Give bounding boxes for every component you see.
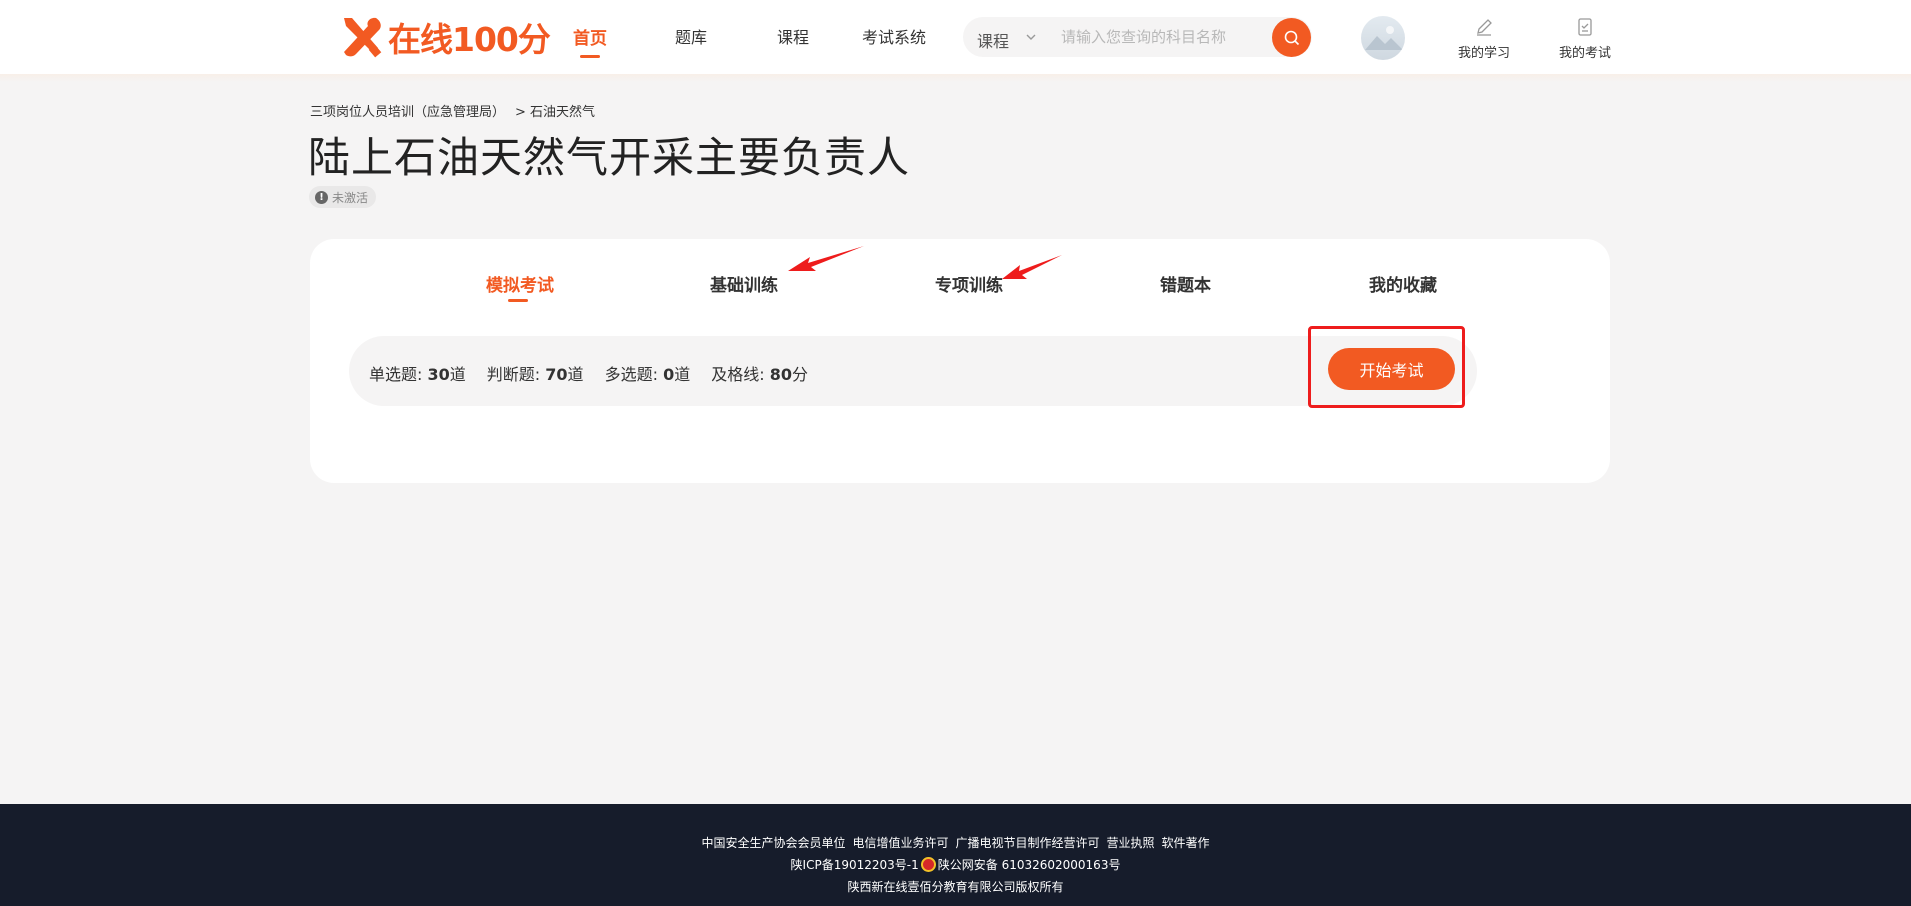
exclamation-icon: ! <box>315 190 328 204</box>
footer-link-telecom-license[interactable]: 电信增值业务许可 <box>852 834 948 851</box>
tab-wrong-questions[interactable]: 错题本 <box>1160 271 1211 296</box>
site-logo[interactable]: 在线100分 <box>338 14 551 60</box>
breadcrumb-current[interactable]: > 石油天然气 <box>515 101 595 120</box>
nav-active-indicator <box>580 55 600 58</box>
true-false-count: 判断题: 70道 <box>486 365 584 384</box>
footer-link-broadcast-license[interactable]: 广播电视节目制作经营许可 <box>955 834 1099 851</box>
tab-basic-training[interactable]: 基础训练 <box>710 271 778 296</box>
annotation-arrow-icon <box>1002 255 1062 279</box>
search-icon <box>1284 30 1299 45</box>
footer-links: 中国安全生产协会会员单位 电信增值业务许可 广播电视节目制作经营许可 营业执照 … <box>0 834 1911 851</box>
avatar-placeholder-icon <box>1365 26 1403 50</box>
search-input[interactable] <box>1061 25 1241 49</box>
pass-line: 及格线: 80分 <box>711 365 808 384</box>
footer-registration: 陕ICP备19012203号-1 陕公网安备 61032602000163号 <box>0 856 1911 873</box>
search-category-select[interactable]: 课程 <box>977 28 1009 52</box>
footer-link-member[interactable]: 中国安全生产协会会员单位 <box>701 834 845 851</box>
police-record[interactable]: 陕公网安备 61032602000163号 <box>938 858 1121 872</box>
icp-number[interactable]: 陕ICP备19012203号-1 <box>791 858 919 872</box>
search-box: 课程 <box>963 17 1312 57</box>
top-header: 在线100分 首页 题库 课程 考试系统 课程 我的学习 <box>0 0 1911 74</box>
tab-favorites[interactable]: 我的收藏 <box>1369 271 1437 296</box>
page-footer: 中国安全生产协会会员单位 电信增值业务许可 广播电视节目制作经营许可 营业执照 … <box>0 804 1911 906</box>
user-avatar[interactable] <box>1361 16 1405 60</box>
tab-special-training[interactable]: 专项训练 <box>935 271 1003 296</box>
annotation-arrow-icon <box>788 246 864 271</box>
annotation-highlight-box <box>1308 326 1465 408</box>
breadcrumb: 三项岗位人员培训（应急管理局） > 石油天然气 <box>310 101 595 120</box>
my-study-label: 我的学习 <box>1457 46 1510 61</box>
police-emblem-icon <box>920 857 936 872</box>
checklist-icon <box>1578 18 1592 36</box>
nav-question-bank[interactable]: 题库 <box>675 24 707 48</box>
breadcrumb-parent[interactable]: 三项岗位人员培训（应急管理局） <box>310 101 505 120</box>
tab-active-indicator <box>508 299 528 302</box>
my-exam-link[interactable]: 我的考试 <box>1550 16 1620 62</box>
tab-mock-exam[interactable]: 模拟考试 <box>486 271 554 296</box>
nav-courses[interactable]: 课程 <box>777 24 809 48</box>
nav-home[interactable]: 首页 <box>573 24 607 49</box>
my-study-link[interactable]: 我的学习 <box>1449 16 1519 62</box>
logo-text: 在线100分 <box>388 20 551 59</box>
header-shadow <box>0 74 1911 82</box>
multi-choice-count: 多选题: 0道 <box>604 365 691 384</box>
single-choice-count: 单选题: 30道 <box>369 365 466 384</box>
nav-exam-system[interactable]: 考试系统 <box>862 24 926 48</box>
status-text: 未激活 <box>332 190 369 205</box>
tools-icon <box>344 17 382 58</box>
pencil-icon <box>1477 19 1492 36</box>
footer-copyright: 陕西新在线壹佰分教育有限公司版权所有 <box>847 880 1064 894</box>
page-title: 陆上石油天然气开采主要负责人 <box>308 133 911 182</box>
footer-link-business-license[interactable]: 营业执照 <box>1107 834 1155 851</box>
my-exam-label: 我的考试 <box>1558 46 1611 61</box>
search-button[interactable] <box>1272 18 1311 57</box>
footer-link-software-copyright[interactable]: 软件著作 <box>1162 834 1210 851</box>
status-badge: ! 未激活 <box>309 186 377 208</box>
chevron-down-icon[interactable] <box>1024 30 1038 44</box>
